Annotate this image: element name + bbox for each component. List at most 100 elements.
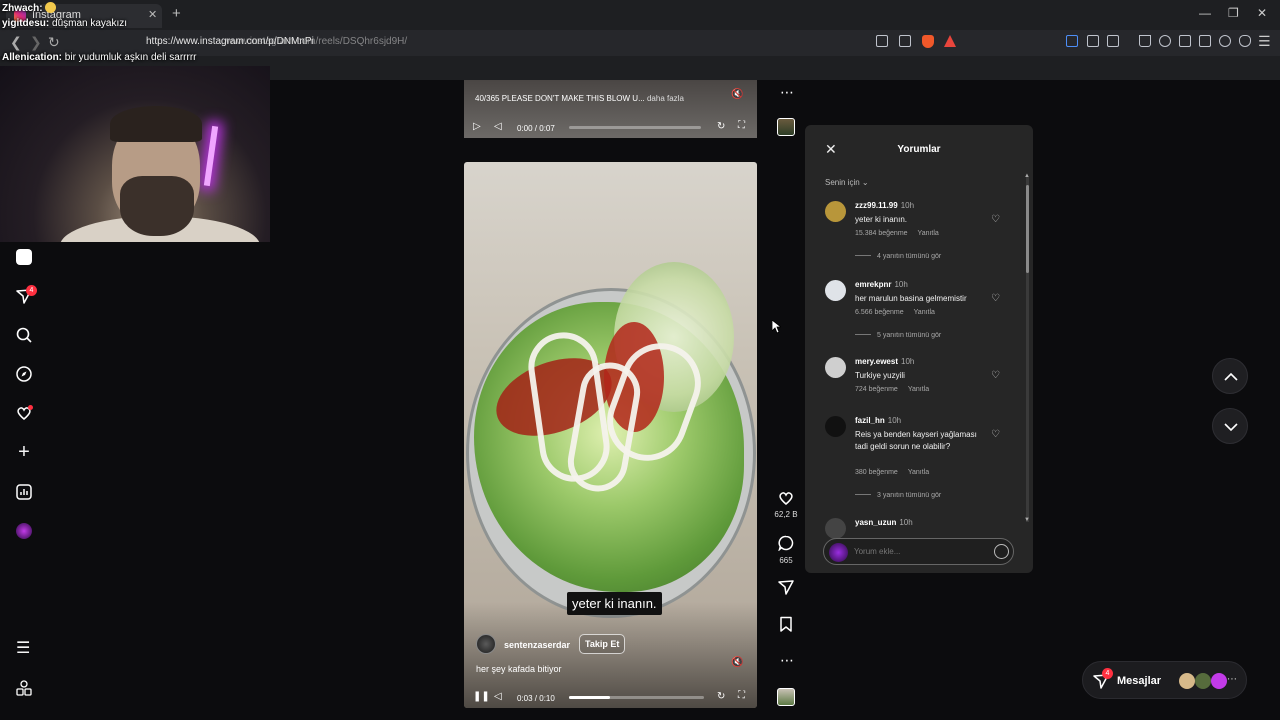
downloads-icon[interactable] [1139, 35, 1151, 47]
fullscreen-icon[interactable]: ⛶ [738, 120, 745, 131]
commenter-avatar[interactable] [825, 280, 846, 301]
share-icon[interactable] [899, 35, 911, 47]
create-icon[interactable]: + [16, 442, 32, 462]
bottom-gradient [464, 602, 757, 708]
reel-video[interactable]: yeter ki inanın. sentenzaserdar Takip Et… [464, 162, 757, 708]
tab-close-icon[interactable]: ✕ [148, 8, 157, 21]
commenter-name[interactable]: emrekpnr 10h [855, 280, 908, 289]
reel-progress-track[interactable] [569, 696, 704, 699]
next-reel-button[interactable] [1212, 408, 1248, 444]
like-icon[interactable] [778, 490, 794, 506]
back-icon[interactable]: ❮ [10, 34, 22, 51]
reply-button[interactable]: Yanıtla [914, 309, 935, 316]
pause-icon[interactable]: ❚❚ [473, 691, 490, 702]
comment-icon[interactable] [778, 535, 794, 552]
commenter-avatar[interactable] [825, 201, 846, 222]
reply-button[interactable]: Yanıtla [908, 386, 929, 393]
comments-filter-dropdown[interactable]: Senin için ⌄ [825, 178, 869, 187]
extensions-icon[interactable] [1087, 35, 1099, 47]
conversation-avatar [1211, 673, 1227, 689]
comment-like-icon[interactable]: ♡ [991, 214, 1000, 225]
previous-reel-button[interactable] [1212, 358, 1248, 394]
wallet-card-icon[interactable] [1199, 35, 1211, 47]
reels-icon[interactable] [16, 249, 32, 265]
play-icon[interactable]: ▷ [473, 121, 481, 132]
media-icon[interactable] [1159, 35, 1171, 47]
wallet-icon[interactable] [1066, 35, 1078, 47]
reply-button[interactable]: Yanıtla [908, 469, 929, 476]
audio-thumbnail[interactable] [777, 688, 795, 706]
view-replies-button[interactable]: 5 yanıtın tümünü gör [855, 332, 941, 339]
volume-icon[interactable]: ◁ [494, 691, 502, 702]
window-close-button[interactable]: ✕ [1257, 6, 1267, 20]
volume-icon[interactable]: ◁ [494, 121, 502, 132]
comment-like-icon[interactable]: ♡ [991, 429, 1000, 440]
commenter-username[interactable]: yasn_uzun [855, 518, 896, 527]
replies-divider [855, 334, 871, 335]
share-icon[interactable] [778, 579, 794, 595]
messages-button[interactable]: 4 Mesajlar ⋯ [1082, 661, 1247, 699]
previous-reel-more-icon[interactable]: ⋯ [780, 84, 794, 101]
comment-time: 10h [894, 280, 908, 289]
tab-search-icon[interactable] [1107, 35, 1119, 47]
commenter-username[interactable]: fazil_hn [855, 416, 885, 425]
profile-avatar[interactable] [16, 523, 32, 539]
comments-scrollbar-thumb[interactable] [1026, 185, 1029, 273]
commenter-name[interactable]: mery.ewest 10h [855, 357, 914, 366]
explore-icon[interactable] [16, 366, 32, 382]
replay-icon[interactable]: ↻ [717, 121, 725, 132]
reload-icon[interactable]: ↻ [48, 34, 60, 51]
heart-icon[interactable] [16, 405, 33, 421]
mute-icon[interactable]: 🔇 [731, 657, 743, 668]
scroll-up-icon[interactable]: ▲ [1024, 173, 1030, 179]
commenter-username[interactable]: zzz99.11.99 [855, 201, 898, 210]
comment-meta: 724 beğenme Yanıtla [855, 386, 929, 393]
save-icon[interactable] [778, 616, 794, 632]
sidebar-icon[interactable] [1179, 35, 1191, 47]
search-icon[interactable] [16, 327, 32, 343]
comment-time: 10h [887, 416, 902, 425]
commenter-name[interactable]: yasn_uzun 10h [855, 518, 913, 527]
more-menu-icon[interactable]: ☰ [16, 641, 32, 657]
new-tab-button[interactable]: + [172, 5, 181, 22]
emoji-picker-icon[interactable] [994, 544, 1009, 559]
brave-shield-icon[interactable] [922, 35, 934, 48]
minimize-button[interactable]: — [1199, 6, 1211, 20]
commenter-avatar[interactable] [825, 518, 846, 539]
threads-apps-icon[interactable] [16, 680, 32, 696]
commenter-name[interactable]: zzz99.11.99 10h [855, 201, 914, 210]
view-replies-button[interactable]: 4 yanıtın tümünü gör [855, 253, 941, 260]
forward-icon[interactable]: ❯ [30, 34, 42, 51]
brave-rewards-icon[interactable] [944, 35, 956, 47]
comment-like-icon[interactable]: ♡ [991, 370, 1000, 381]
maximize-button[interactable]: ❐ [1228, 6, 1239, 20]
previous-reel-audio-thumbnail[interactable] [777, 118, 795, 136]
commenter-name[interactable]: fazil_hn 10h [855, 416, 901, 425]
direct-messages-icon[interactable]: 4 [16, 285, 37, 304]
vpn-shield-icon[interactable] [1239, 35, 1251, 47]
leo-ai-icon[interactable] [1219, 35, 1231, 47]
browser-menu-icon[interactable]: ☰ [1258, 33, 1271, 50]
follow-button[interactable]: Takip Et [579, 634, 626, 654]
more-link[interactable]: daha fazla [647, 94, 684, 103]
commenter-avatar[interactable] [825, 416, 846, 437]
previous-reel[interactable]: 40/365 PLEASE DON'T MAKE THIS BLOW U... … [464, 80, 757, 138]
reply-button[interactable]: Yanıtla [918, 230, 939, 237]
previous-reel-progress[interactable] [569, 126, 701, 129]
comment-input[interactable] [854, 547, 984, 556]
cast-icon[interactable] [876, 35, 888, 47]
fullscreen-icon[interactable]: ⛶ [738, 690, 745, 701]
comment-like-icon[interactable]: ♡ [991, 293, 1000, 304]
author-avatar[interactable] [476, 634, 496, 654]
add-comment-field[interactable] [823, 538, 1014, 565]
dashboard-icon[interactable] [16, 484, 32, 500]
commenter-username[interactable]: emrekpnr [855, 280, 891, 289]
mute-icon[interactable]: 🔇 [731, 89, 743, 100]
more-options-icon[interactable]: ⋯ [780, 652, 794, 669]
author-username[interactable]: sentenzaserdar [504, 640, 570, 650]
view-replies-button[interactable]: 3 yanıtın tümünü gör [855, 492, 941, 499]
commenter-avatar[interactable] [825, 357, 846, 378]
commenter-username[interactable]: mery.ewest [855, 357, 898, 366]
replay-icon[interactable]: ↻ [717, 691, 725, 702]
scroll-down-icon[interactable]: ▼ [1024, 517, 1030, 523]
